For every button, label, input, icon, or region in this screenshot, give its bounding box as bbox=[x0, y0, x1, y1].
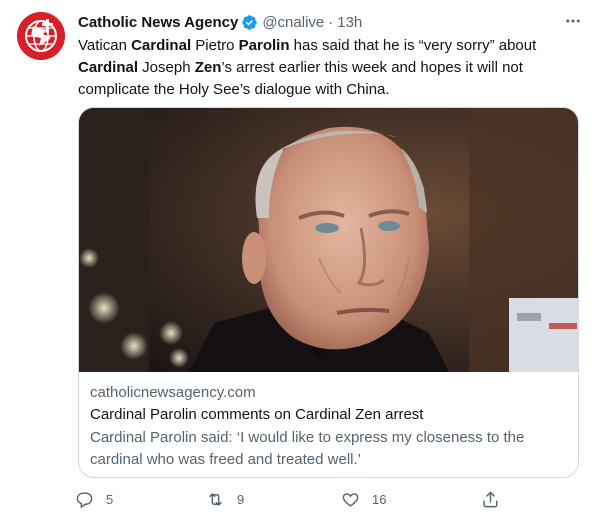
card-description: Cardinal Parolin said: ‘I would like to … bbox=[90, 429, 525, 468]
like-count: 16 bbox=[372, 491, 387, 507]
reply-count: 5 bbox=[106, 491, 114, 507]
tweet-text-segment: Joseph bbox=[138, 59, 195, 76]
highlighted-term: Zen bbox=[194, 59, 222, 76]
retweet-button[interactable]: 9 bbox=[206, 484, 244, 514]
tweet-text: Vatican Cardinal Pietro Parolin has said… bbox=[78, 35, 568, 101]
retweet-icon bbox=[209, 492, 222, 506]
tweet-header: Catholic News Agency @cnalive · 13h bbox=[78, 12, 584, 32]
more-button[interactable] bbox=[562, 12, 584, 30]
tweet-text-segment: has said that he is “very sorry” about bbox=[289, 37, 537, 54]
card-body: catholicnewsagency.com Cardinal Parolin … bbox=[90, 382, 567, 471]
share-button[interactable] bbox=[481, 484, 500, 514]
heart-icon bbox=[342, 492, 359, 507]
card-domain: catholicnewsagency.com bbox=[90, 384, 256, 401]
retweet-count: 9 bbox=[237, 491, 245, 507]
card-title: Cardinal Parolin comments on Cardinal Ze… bbox=[90, 406, 424, 423]
author-handle[interactable]: @cnalive bbox=[262, 14, 324, 31]
portrait-photo bbox=[79, 108, 578, 372]
verified-badge-icon bbox=[242, 14, 258, 30]
tweet-timestamp[interactable]: 13h bbox=[337, 14, 362, 31]
reply-button[interactable]: 5 bbox=[75, 484, 113, 514]
highlighted-term: Cardinal bbox=[78, 59, 139, 76]
more-icon bbox=[566, 19, 580, 23]
share-icon bbox=[483, 491, 498, 507]
author-name[interactable]: Catholic News Agency bbox=[78, 14, 238, 31]
separator-dot: · bbox=[328, 13, 334, 31]
card-image bbox=[79, 108, 578, 372]
highlighted-term: Cardinal bbox=[131, 37, 192, 54]
link-card[interactable]: catholicnewsagency.com Cardinal Parolin … bbox=[78, 107, 579, 478]
tweet-text-segment: Vatican bbox=[78, 37, 132, 54]
reply-icon bbox=[76, 491, 93, 508]
highlighted-term: Parolin bbox=[238, 37, 290, 54]
action-bar: 5 9 16 bbox=[75, 484, 515, 514]
like-button[interactable]: 16 bbox=[341, 484, 386, 514]
tweet-text-segment: Pietro bbox=[191, 37, 239, 54]
avatar[interactable] bbox=[17, 12, 65, 60]
cna-logo-icon bbox=[17, 12, 65, 60]
